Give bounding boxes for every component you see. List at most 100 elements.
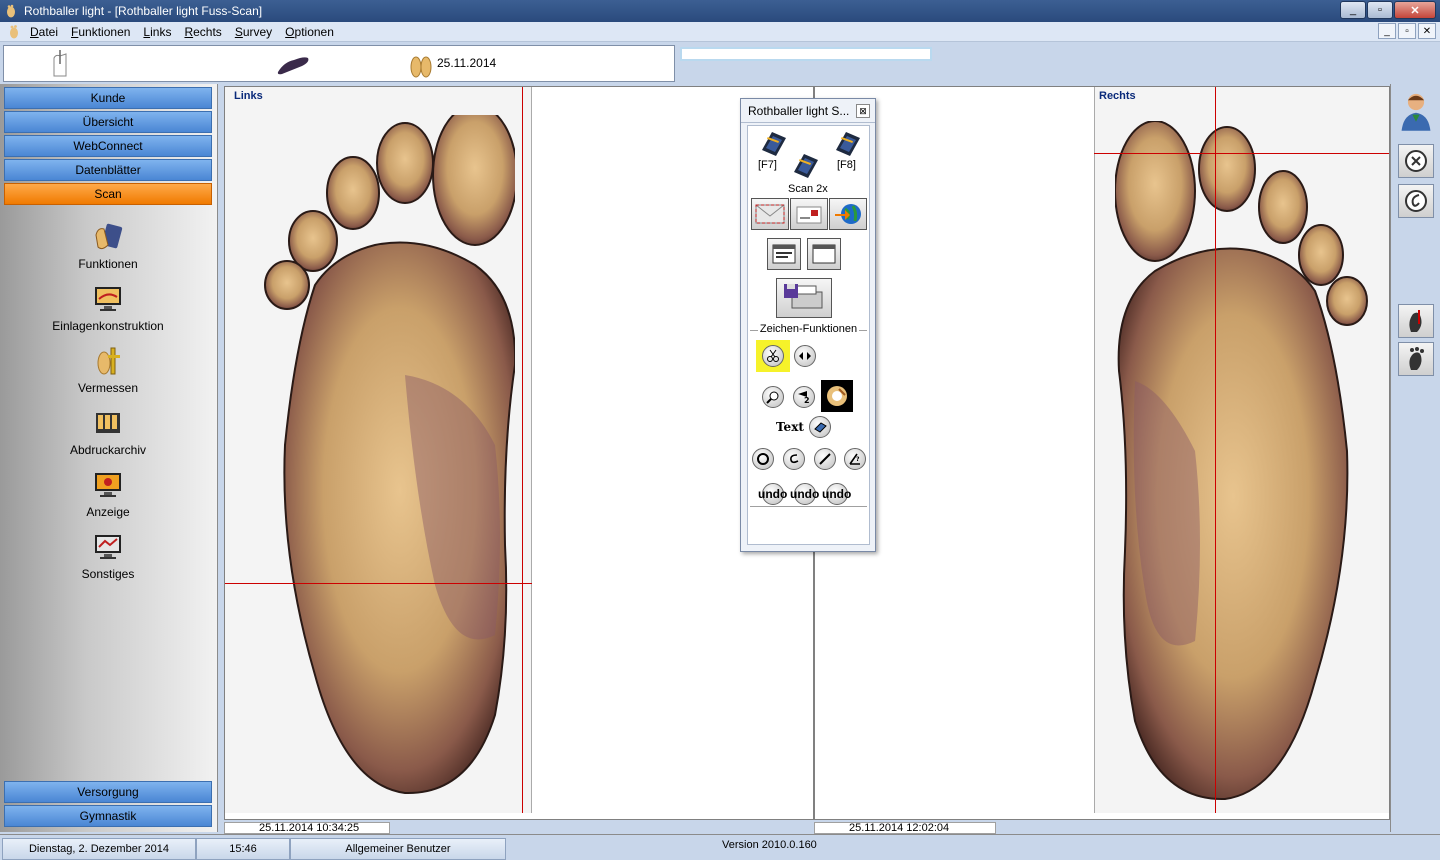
status-time: 15:46 <box>196 838 290 860</box>
menu-funktionen[interactable]: Funktionen <box>71 25 130 39</box>
status-date: Dienstag, 2. Dezember 2014 <box>2 838 196 860</box>
left-scan-label: Links <box>234 90 263 102</box>
nav-item-funktionen[interactable]: Funktionen <box>4 221 212 271</box>
nav-uebersicht[interactable]: Übersicht <box>4 111 212 133</box>
archive-icon <box>96 413 120 433</box>
scanner-f8-icon[interactable] <box>832 128 862 158</box>
title-bar: Rothballer light - [Rothballer light Fus… <box>0 0 1440 22</box>
nav-item-sonstiges[interactable]: Sonstiges <box>4 531 212 581</box>
toolbar-panel: 25.11.2014 <box>3 45 675 82</box>
mail-card-icon[interactable] <box>790 198 828 230</box>
hand-card-icon <box>95 223 123 250</box>
mdi-minimize-button[interactable]: _ <box>1378 23 1396 39</box>
nav-item-label: Sonstiges <box>81 567 135 581</box>
right-tool-column <box>1390 84 1440 832</box>
toolbar: 25.11.2014 <box>0 43 1440 84</box>
section-divider <box>750 506 867 507</box>
empty-window-icon[interactable] <box>807 238 841 270</box>
lasso-tool-icon[interactable] <box>1398 184 1434 218</box>
freehand-tool-icon[interactable] <box>783 448 805 470</box>
line-tool-icon[interactable] <box>814 448 836 470</box>
webconnect-globe-icon[interactable] <box>829 198 867 230</box>
form-window-icon[interactable] <box>767 238 801 270</box>
email-envelope-icon[interactable] <box>751 198 789 230</box>
feet-icon[interactable] <box>408 49 434 79</box>
maximize-button[interactable]: ▫ <box>1367 1 1393 19</box>
nav-webconnect[interactable]: WebConnect <box>4 135 212 157</box>
scan-tool-close-button[interactable]: ⊠ <box>856 104 870 118</box>
right-scan-label: Rechts <box>1099 90 1136 102</box>
undo-label-2[interactable]: undo <box>790 487 819 501</box>
right-crosshair-horizontal <box>1094 153 1389 154</box>
status-version: Version 2010.0.160 <box>722 839 817 851</box>
footprint-tool-icon[interactable] <box>1398 342 1434 376</box>
app-foot-icon <box>7 4 15 18</box>
brightness-tool-icon[interactable] <box>821 380 853 412</box>
left-scan-panel[interactable]: Links <box>224 86 814 820</box>
scan-tool-title: Rothballer light S... <box>741 99 875 123</box>
eraser-tool-icon[interactable] <box>809 416 831 438</box>
nav-item-anzeige[interactable]: Anzeige <box>4 469 212 519</box>
angle-tool-icon[interactable]: ? <box>844 448 866 470</box>
save-print-icon[interactable] <box>776 278 832 318</box>
nav-datenblaetter[interactable]: Datenblätter <box>4 159 212 181</box>
nav-item-abdruckarchiv[interactable]: Abdruckarchiv <box>4 407 212 457</box>
flip-horizontal-icon[interactable] <box>794 345 816 367</box>
left-foot-scan <box>264 115 515 795</box>
menu-survey[interactable]: Survey <box>235 25 272 39</box>
scan-tool-body: [F7] [F8] Scan 2x Zeichen-Funktionen 2 T… <box>747 125 870 545</box>
foot-measure-tool-icon[interactable] <box>1398 304 1434 338</box>
scan-2x-label: Scan 2x <box>788 183 828 195</box>
close-button[interactable]: ✕ <box>1394 1 1436 19</box>
section-label: Zeichen-Funktionen <box>757 323 860 335</box>
menu-bar: Datei Funktionen Links Rechts Survey Opt… <box>0 22 1440 42</box>
menu-links[interactable]: Links <box>143 25 171 39</box>
text-tool-button[interactable]: Text <box>776 420 804 434</box>
scissors-tool-icon[interactable] <box>756 340 790 372</box>
status-bar: Dienstag, 2. Dezember 2014 15:46 Allgeme… <box>0 834 1440 860</box>
f7-key-label: [F7] <box>758 159 777 171</box>
svg-text:2: 2 <box>804 396 810 404</box>
nav-item-label: Anzeige <box>86 505 130 519</box>
nav-versorgung[interactable]: Versorgung <box>4 781 212 803</box>
minimize-button[interactable]: _ <box>1340 1 1366 19</box>
customer-avatar-icon[interactable] <box>1398 88 1434 134</box>
f8-key-label: [F8] <box>837 159 856 171</box>
right-scan-timestamp: 25.11.2014 12:02:04 <box>814 822 996 834</box>
progress-bar <box>680 47 932 61</box>
foot-outline-icon[interactable] <box>44 50 76 78</box>
foot-measure-icon <box>97 347 120 375</box>
undo-label-3[interactable]: undo <box>822 487 851 501</box>
zoom-tool-icon[interactable] <box>762 386 784 408</box>
left-crosshair-vertical <box>522 87 523 813</box>
mdi-restore-button[interactable]: ▫ <box>1398 23 1416 39</box>
menu-datei[interactable]: Datei <box>30 25 58 39</box>
left-scan-timestamp: 25.11.2014 10:34:25 <box>224 822 390 834</box>
zoom-2x-icon[interactable]: 2 <box>793 386 815 408</box>
scanner-double-icon[interactable] <box>790 150 820 180</box>
nav-item-vermessen[interactable]: Vermessen <box>4 345 212 395</box>
svg-text:?: ? <box>856 456 860 463</box>
cancel-scan-icon[interactable] <box>1398 144 1434 178</box>
circle-tool-icon[interactable] <box>752 448 774 470</box>
undo-label-1[interactable]: undo <box>758 487 787 501</box>
right-scan-panel[interactable]: Rechts <box>814 86 1390 820</box>
scan-tool-window[interactable]: Rothballer light S... ⊠ [F7] [F8] Scan 2… <box>740 98 876 552</box>
menu-optionen[interactable]: Optionen <box>285 25 334 39</box>
left-navigation: Kunde Übersicht WebConnect Datenblätter … <box>0 84 218 832</box>
monitor-display-icon <box>95 473 121 497</box>
nav-item-label: Abdruckarchiv <box>69 443 147 457</box>
scanner-f7-icon[interactable] <box>758 128 788 158</box>
nav-gymnastik[interactable]: Gymnastik <box>4 805 212 827</box>
nav-kunde[interactable]: Kunde <box>4 87 212 109</box>
mdi-close-button[interactable]: ✕ <box>1418 23 1436 39</box>
nav-item-label: Einlagenkonstruktion <box>52 319 164 333</box>
nav-item-einlagenkonstruktion[interactable]: Einlagenkonstruktion <box>4 283 212 333</box>
right-foot-scan <box>1115 121 1368 801</box>
insole-icon[interactable] <box>274 52 312 76</box>
nav-scan[interactable]: Scan <box>4 183 212 205</box>
window-title: Rothballer light - [Rothballer light Fus… <box>24 4 263 18</box>
menu-rechts[interactable]: Rechts <box>184 25 221 39</box>
document-foot-icon <box>10 24 18 38</box>
status-user: Allgemeiner Benutzer <box>290 838 506 860</box>
